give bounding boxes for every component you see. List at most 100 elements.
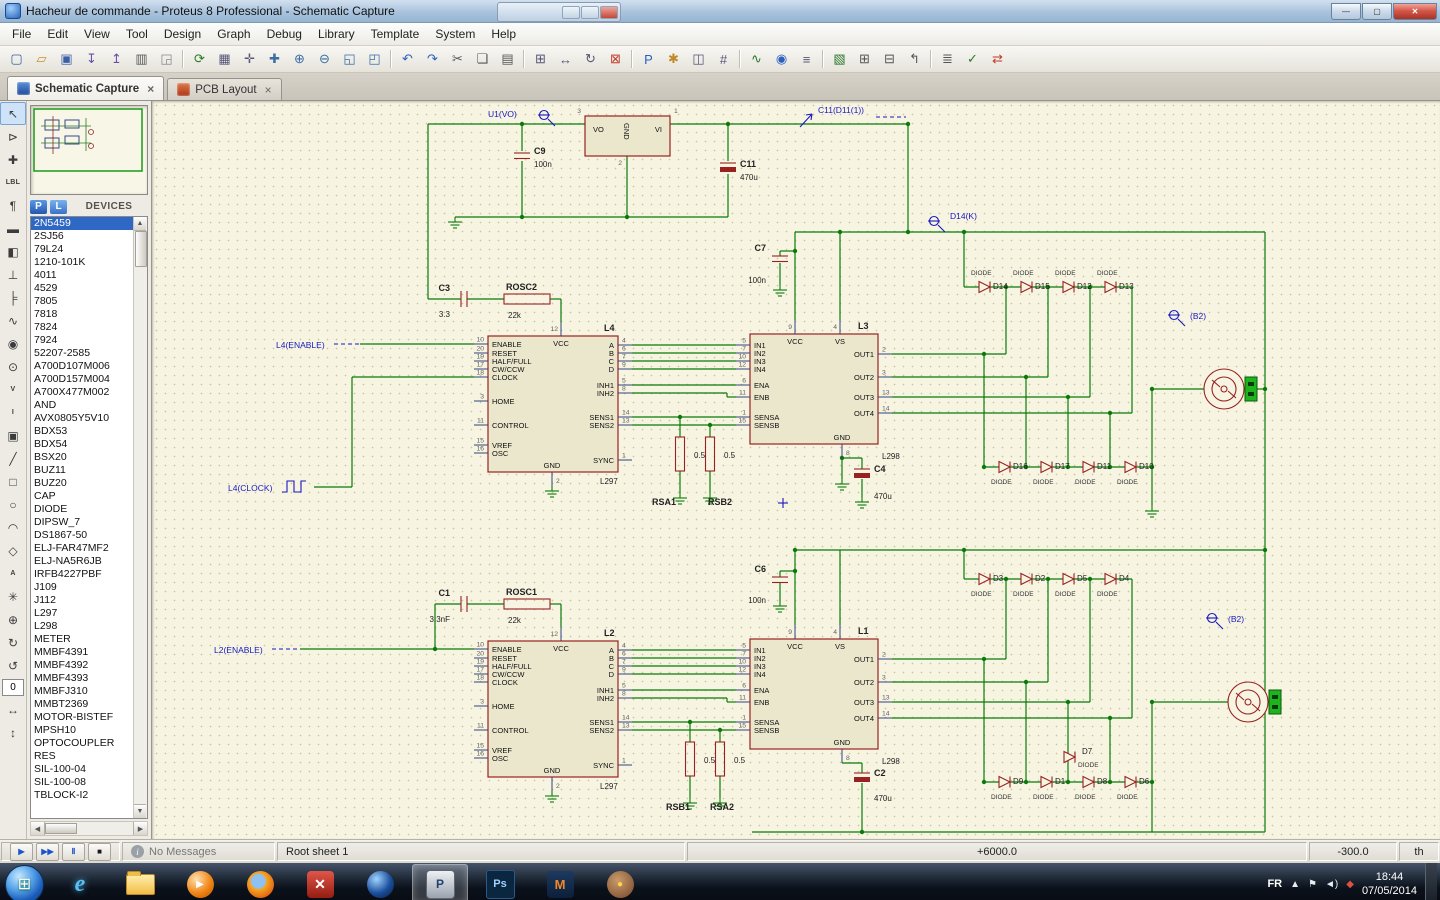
- block-move-icon[interactable]: ↔: [553, 47, 578, 71]
- ground-terminal[interactable]: [1145, 506, 1159, 517]
- device-item[interactable]: MMBFJ310: [31, 685, 134, 698]
- menu-file[interactable]: File: [4, 24, 39, 44]
- import-design-icon[interactable]: ↧: [79, 47, 104, 71]
- background-window-close[interactable]: [600, 6, 618, 19]
- redraw-icon[interactable]: ⟳: [187, 47, 212, 71]
- pick-parts-icon[interactable]: P: [636, 47, 661, 71]
- device-item[interactable]: A700D107M006: [31, 360, 134, 373]
- rotation-angle[interactable]: 0: [2, 679, 24, 696]
- taskbar-firefox[interactable]: [232, 864, 288, 900]
- diode[interactable]: [1125, 462, 1136, 473]
- device-item[interactable]: 7824: [31, 321, 134, 334]
- taskbar-red-app[interactable]: ✕: [292, 864, 348, 900]
- device-item[interactable]: BDX54: [31, 438, 134, 451]
- tab-close-icon[interactable]: ×: [147, 82, 154, 96]
- device-item[interactable]: 2N5459: [31, 217, 134, 230]
- device-item[interactable]: L298: [31, 620, 134, 633]
- menu-template[interactable]: Template: [363, 24, 428, 44]
- device-item[interactable]: BSX20: [31, 451, 134, 464]
- ground-terminal[interactable]: [855, 497, 869, 508]
- wire-autorouter-icon[interactable]: ∿: [744, 47, 769, 71]
- device-item[interactable]: TBLOCK-I2: [31, 789, 134, 802]
- ic-L4[interactable]: 10ENABLE20RESET19HALF/FULL17CW/CCW18CLOC…: [474, 322, 632, 486]
- stepper-motor-upper[interactable]: [1204, 369, 1257, 409]
- menu-design[interactable]: Design: [156, 24, 209, 44]
- toggle-grid-icon[interactable]: ▦: [212, 47, 237, 71]
- resistor[interactable]: [676, 437, 685, 471]
- 2d-marker-mode-icon[interactable]: ⊕: [0, 608, 26, 631]
- vscroll-thumb[interactable]: [135, 231, 147, 267]
- device-item[interactable]: 7818: [31, 308, 134, 321]
- device-item[interactable]: A700X477M002: [31, 386, 134, 399]
- device-item[interactable]: MMBF4392: [31, 659, 134, 672]
- start-button[interactable]: ⊞: [5, 865, 44, 900]
- tape-recorder-mode-icon[interactable]: ◉: [0, 332, 26, 355]
- taskbar-paint[interactable]: ●: [592, 864, 648, 900]
- pick-devices-button[interactable]: P: [30, 200, 47, 214]
- menu-graph[interactable]: Graph: [209, 24, 258, 44]
- device-item[interactable]: IRFB4227PBF: [31, 568, 134, 581]
- ic-L1[interactable]: 5IN17IN210IN312IN46ENA11ENB1SENSA15SENSB…: [736, 625, 900, 766]
- ground-terminal[interactable]: [545, 486, 559, 497]
- motor-connector[interactable]: [1245, 377, 1257, 401]
- exit-to-parent-sheet-icon[interactable]: ↰: [902, 47, 927, 71]
- device-item[interactable]: DIPSW_7: [31, 516, 134, 529]
- undo-icon[interactable]: ↶: [395, 47, 420, 71]
- menu-library[interactable]: Library: [310, 24, 363, 44]
- ic-L3[interactable]: 5IN17IN210IN312IN46ENA11ENB1SENSA15SENSB…: [736, 320, 900, 461]
- block-delete-icon[interactable]: ⊠: [603, 47, 628, 71]
- scroll-left-icon[interactable]: ◀: [31, 822, 45, 835]
- selection-mode-icon[interactable]: ↖: [0, 102, 26, 125]
- virtual-instruments-mode-icon[interactable]: ▣: [0, 424, 26, 447]
- device-item[interactable]: BUZ11: [31, 464, 134, 477]
- print-icon[interactable]: ▥: [129, 47, 154, 71]
- 2d-circle-mode-icon[interactable]: ○: [0, 493, 26, 516]
- export-design-icon[interactable]: ↥: [104, 47, 129, 71]
- device-item[interactable]: MMBT2369: [31, 698, 134, 711]
- mirror-y-icon[interactable]: ↕: [0, 721, 26, 744]
- device-item[interactable]: BUZ20: [31, 477, 134, 490]
- device-list-vscrollbar[interactable]: ▲ ▼: [133, 217, 147, 818]
- menu-edit[interactable]: Edit: [39, 24, 76, 44]
- 2d-path-mode-icon[interactable]: ◇: [0, 539, 26, 562]
- design-explorer-icon[interactable]: ▧: [827, 47, 852, 71]
- junction-dot-mode-icon[interactable]: ✚: [0, 148, 26, 171]
- resistor[interactable]: [504, 294, 550, 304]
- center-at-cursor-icon[interactable]: ✚: [262, 47, 287, 71]
- menu-system[interactable]: System: [427, 24, 483, 44]
- diode[interactable]: [1105, 574, 1116, 585]
- resistor[interactable]: [504, 599, 550, 609]
- taskbar-matlab[interactable]: M: [532, 864, 588, 900]
- show-desktop-button[interactable]: [1425, 863, 1437, 900]
- taskbar-windows-explorer[interactable]: [112, 864, 168, 900]
- device-item[interactable]: 4011: [31, 269, 134, 282]
- device-item[interactable]: DIODE: [31, 503, 134, 516]
- diode[interactable]: [1105, 282, 1116, 293]
- background-window[interactable]: [497, 2, 621, 22]
- paste-icon[interactable]: ▤: [495, 47, 520, 71]
- diode[interactable]: [999, 462, 1010, 473]
- buses-mode-icon[interactable]: ▬: [0, 217, 26, 240]
- resistor[interactable]: [716, 742, 725, 776]
- zoom-all-icon[interactable]: ◱: [337, 47, 362, 71]
- 2d-text-mode-icon[interactable]: A: [0, 562, 26, 585]
- pause-button[interactable]: Ⅱ: [62, 843, 85, 861]
- device-item[interactable]: J112: [31, 594, 134, 607]
- redo-icon[interactable]: ↷: [420, 47, 445, 71]
- diode[interactable]: [1063, 282, 1074, 293]
- make-device-icon[interactable]: ✱: [661, 47, 686, 71]
- device-item[interactable]: MOTOR-BISTEF: [31, 711, 134, 724]
- motor-connector[interactable]: [1269, 690, 1281, 714]
- device-item[interactable]: 52207-2585: [31, 347, 134, 360]
- ground-terminal[interactable]: [773, 601, 787, 612]
- device-list-hscrollbar[interactable]: ◀ ▶: [30, 821, 148, 836]
- background-window-maximize[interactable]: [581, 6, 599, 19]
- library-manager-button[interactable]: L: [50, 200, 67, 214]
- 2d-line-mode-icon[interactable]: ╱: [0, 447, 26, 470]
- decompose-icon[interactable]: #: [711, 47, 736, 71]
- device-item[interactable]: J109: [31, 581, 134, 594]
- copy-icon[interactable]: ❏: [470, 47, 495, 71]
- zoom-out-icon[interactable]: ⊖: [312, 47, 337, 71]
- ground-terminal[interactable]: [773, 285, 787, 296]
- device-item[interactable]: AND: [31, 399, 134, 412]
